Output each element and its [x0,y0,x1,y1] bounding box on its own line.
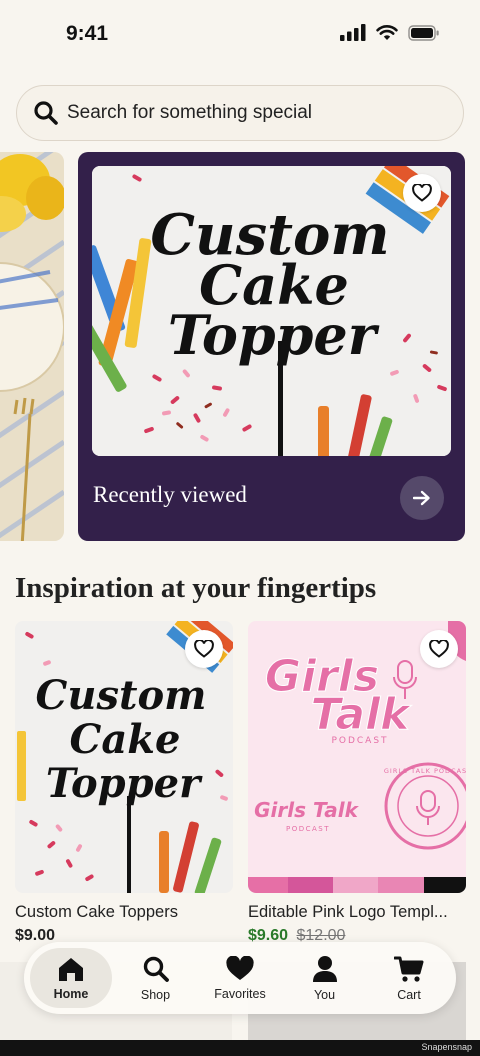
topper-word-3: Topper [46,760,203,807]
favorite-button[interactable] [403,174,441,212]
tab-favorites[interactable]: Favorites [199,948,281,1008]
heart-outline-icon [194,640,214,658]
status-time: 9:41 [66,22,109,45]
person-icon [312,955,337,982]
topper-word-1: Custom [36,672,207,719]
logo-sub: PODCAST [331,736,388,746]
search-icon [34,101,58,125]
plate-with-lemons-image [0,152,64,541]
status-icons [340,24,440,41]
footer-bar: Snapensnap [0,1040,480,1056]
search-icon [143,956,169,982]
current-price: $9.00 [15,927,56,944]
cart-icon [394,956,424,982]
previous-carousel-card[interactable] [0,152,64,541]
home-icon [59,957,83,981]
cellular-signal-icon [340,24,366,41]
heart-icon [226,955,254,980]
product-card[interactable]: Girls Talk PODCAST Girls Talk PODCAST GI… [248,621,466,945]
tab-home[interactable]: Home [30,948,112,1008]
section-title: Inspiration at your fingertips [15,572,377,604]
tab-label: Home [53,986,89,1001]
status-bar: 9:41 [0,0,480,70]
recently-viewed-arrow-button[interactable] [400,476,444,520]
product-card[interactable]: Custom Cake Topper Custom Cake Toppers $… [15,621,233,945]
product-title: Custom Cake Toppers [15,903,178,921]
product-image: Custom Cake Topper [15,621,233,893]
small-logo: Girls Talk [254,798,359,822]
tab-label: You [313,987,336,1002]
tab-shop[interactable]: Shop [115,948,197,1008]
tab-label: Favorites [214,986,266,1001]
favorite-button[interactable] [420,630,458,668]
tab-you[interactable]: You [284,948,366,1008]
recently-viewed-card[interactable]: Custom Cake Topper Recently viewed [78,152,465,541]
small-logo-sub: PODCAST [286,825,330,833]
watermark: Snapensnap [421,1042,472,1052]
search-bar[interactable]: Search for something special [16,85,464,141]
tab-label: Shop [140,987,171,1002]
favorite-button[interactable] [185,630,223,668]
product-image: Girls Talk PODCAST Girls Talk PODCAST GI… [248,621,466,893]
cake-topper-illustration: Custom Cake Topper [92,166,451,456]
heart-outline-icon [412,184,432,202]
logo-word-bottom: Talk [311,689,413,740]
battery-icon [408,24,439,41]
arrow-right-icon [413,490,430,506]
seal-text: GIRLS TALK PODCAST [384,767,466,775]
tab-label: Cart [397,987,421,1002]
wifi-icon [376,25,398,40]
search-placeholder: Search for something special [67,102,313,123]
topper-word-2: Cake [70,716,181,763]
recently-viewed-label: Recently viewed [93,482,247,507]
product-title: Editable Pink Logo Templ... [248,903,448,921]
cake-topper-hero-image: Custom Cake Topper [92,166,451,456]
heart-outline-icon [429,640,449,658]
topper-word-3: Topper [168,303,380,367]
tab-cart[interactable]: Cart [368,948,450,1008]
bottom-tab-bar: Home Shop Favorites You Cart [24,942,456,1014]
podcast-seal [384,762,466,850]
